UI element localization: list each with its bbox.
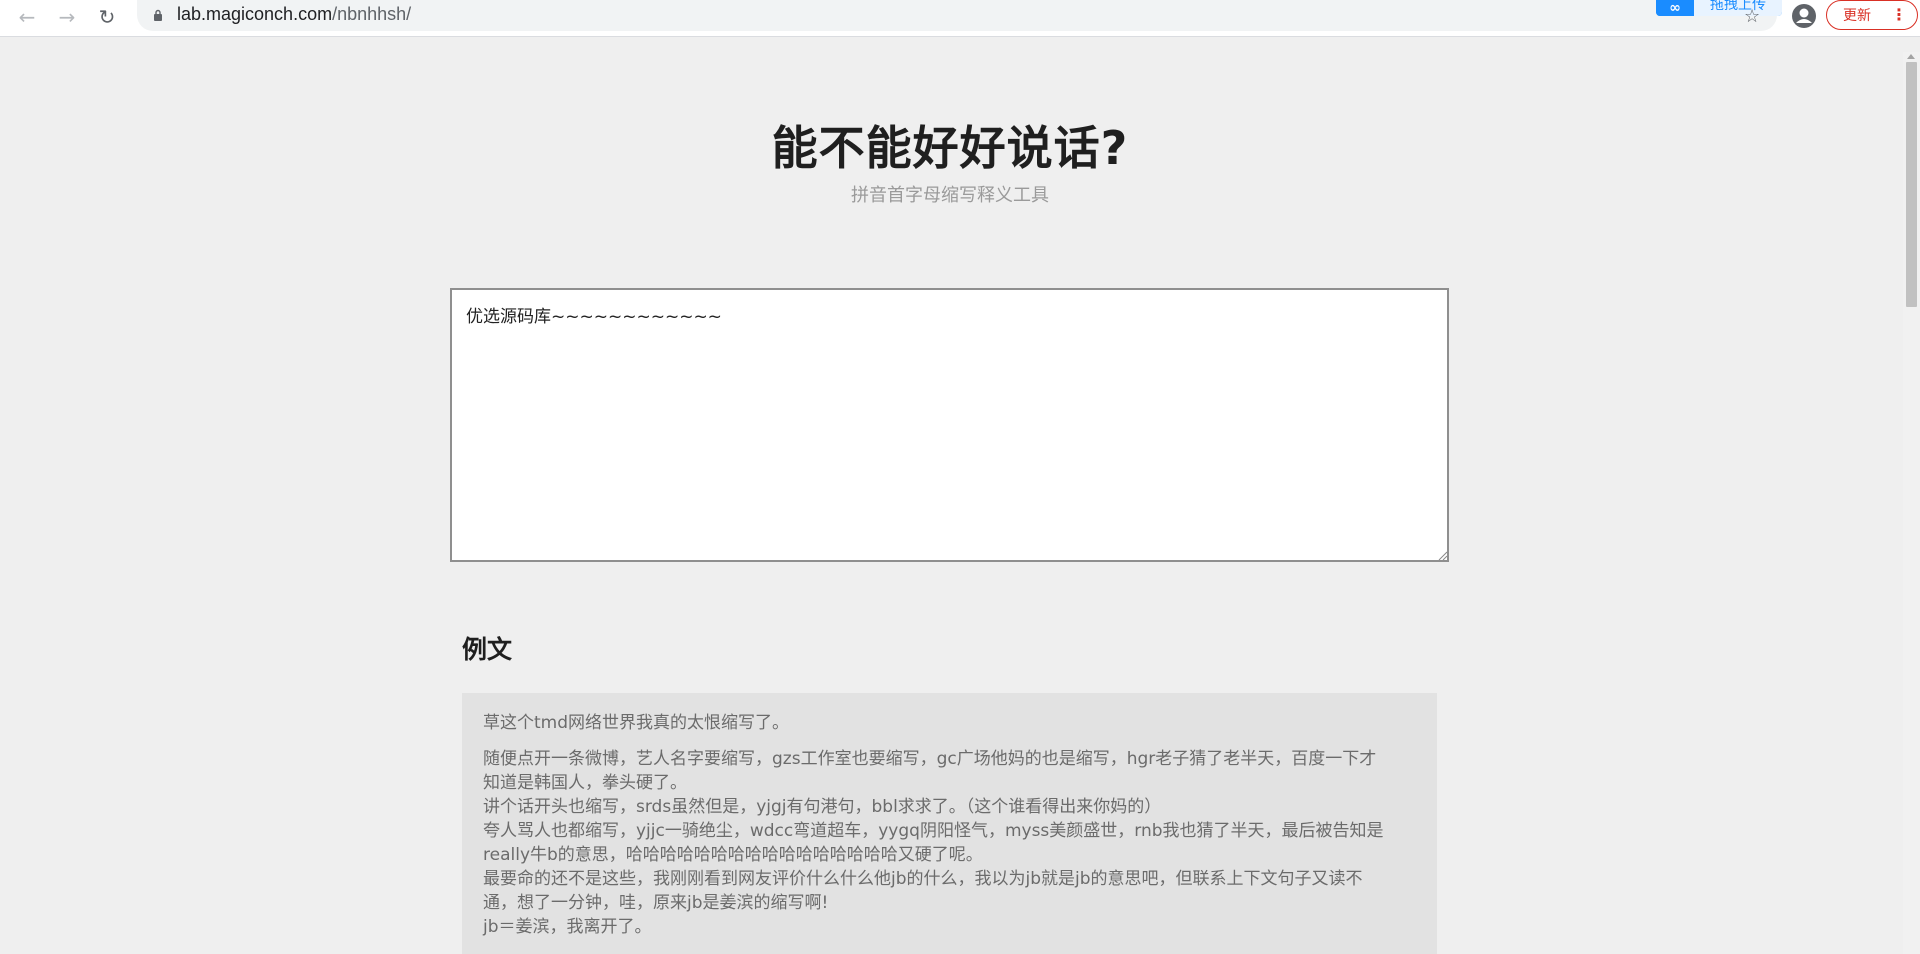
- page-scrollbar[interactable]: [1903, 52, 1920, 954]
- url-text: lab.magiconch.com/nbnhhsh/: [177, 4, 411, 25]
- upload-extension-button[interactable]: ∞ 拖拽上传: [1656, 0, 1782, 16]
- example-line: 知道是韩国人，拳头硬了。: [483, 773, 687, 793]
- example-line: 最要命的还不是这些，我刚刚看到网友评价什么什么他jb的什么，我以为jb就是jb的…: [483, 869, 1363, 889]
- scrollbar-thumb[interactable]: [1906, 62, 1917, 307]
- page-subtitle: 拼音首字母缩写释义工具: [851, 185, 1049, 206]
- extension-label: 拖拽上传: [1694, 0, 1782, 16]
- example-line: 随便点开一条微博，艺人名字要缩写，gzs工作室也要缩写，gc广场他妈的也是缩写，…: [483, 749, 1377, 769]
- example-line: really牛b的意思，哈哈哈哈哈哈哈哈哈哈哈哈哈哈哈哈又硬了呢。: [483, 845, 983, 865]
- page-title: 能不能好好说话?: [771, 121, 1129, 175]
- account-icon[interactable]: [1790, 2, 1818, 30]
- bookmark-star-icon[interactable]: ☆: [1744, 6, 1760, 27]
- example-line: 夸人骂人也都缩写，yjjc一骑绝尘，wdcc弯道超车，yygq阴阳怪气，myss…: [483, 821, 1384, 841]
- scroll-up-arrow-icon[interactable]: [1907, 54, 1915, 59]
- url-host: lab.magiconch.com: [177, 4, 333, 24]
- back-icon[interactable]: ←: [12, 2, 42, 32]
- browser-toolbar: ← → ↻ lab.magiconch.com/nbnhhsh/ ∞ 拖拽上传 …: [0, 0, 1920, 37]
- forward-icon[interactable]: →: [52, 2, 82, 32]
- reload-icon[interactable]: ↻: [92, 2, 122, 32]
- lock-icon: [154, 9, 162, 21]
- example-heading: 例文: [462, 635, 513, 664]
- address-bar[interactable]: lab.magiconch.com/nbnhhsh/: [137, 0, 1777, 31]
- example-line: jb＝姜滨，我离开了。: [483, 917, 652, 937]
- example-first-paragraph: 草这个tmd网络世界我真的太恨缩写了。: [483, 713, 790, 733]
- url-path: /nbnhhsh/: [332, 4, 412, 24]
- extension-logo-icon: ∞: [1656, 0, 1694, 16]
- resize-grip-icon[interactable]: [1437, 550, 1447, 560]
- abbreviation-input[interactable]: [450, 288, 1449, 562]
- update-label: 更新: [1843, 8, 1871, 24]
- update-button[interactable]: 更新 ⋮: [1826, 0, 1918, 30]
- example-line: 通，想了一分钟，哇，原来jb是姜滨的缩写啊!: [483, 893, 829, 913]
- example-body: 随便点开一条微博，艺人名字要缩写，gzs工作室也要缩写，gc广场他妈的也是缩写，…: [483, 747, 1417, 939]
- example-line: 讲个话开头也缩写，srds虽然但是，yjgj有句港句，bbl求求了。（这个谁看得…: [483, 797, 1162, 817]
- more-menu-icon: ⋮: [1891, 5, 1907, 24]
- example-text-box: 草这个tmd网络世界我真的太恨缩写了。 随便点开一条微博，艺人名字要缩写，gzs…: [462, 693, 1437, 954]
